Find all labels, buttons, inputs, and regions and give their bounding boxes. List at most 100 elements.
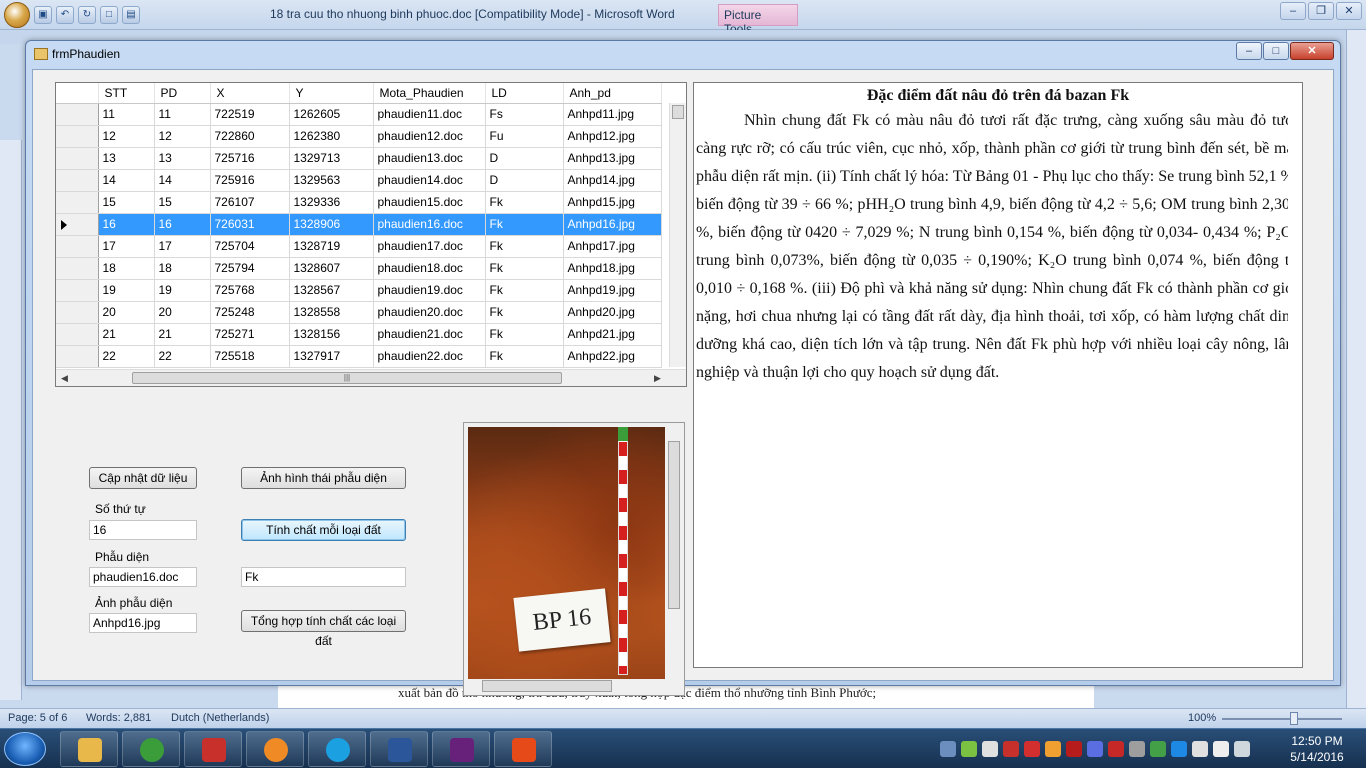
table-cell[interactable]: Fk [485, 191, 564, 214]
column-header[interactable]: Mota_Phaudien [373, 83, 486, 104]
table-cell[interactable]: 725271 [210, 323, 290, 346]
table-cell[interactable]: 725794 [210, 257, 290, 280]
document-scrollbar[interactable] [1346, 30, 1366, 710]
row-header[interactable] [56, 301, 99, 324]
table-cell[interactable]: 1328719 [289, 235, 374, 258]
table-cell[interactable]: phaudien13.doc [373, 147, 486, 170]
row-header[interactable] [56, 345, 99, 368]
column-header[interactable]: Anh_pd [563, 83, 662, 104]
tray-icon[interactable] [1129, 741, 1145, 757]
save-icon[interactable]: ▣ [34, 6, 52, 24]
word-count[interactable]: Words: 2,881 [86, 712, 151, 724]
redo-icon[interactable]: ↻ [78, 6, 96, 24]
picture-vertical-scrollbar[interactable] [667, 427, 682, 679]
table-cell[interactable]: Anhpd11.jpg [563, 103, 662, 126]
row-header[interactable] [56, 125, 99, 148]
taskbar-clock[interactable]: 12:50 PM 5/14/2016 [1284, 733, 1350, 765]
table-cell[interactable]: phaudien18.doc [373, 257, 486, 280]
row-header[interactable] [56, 147, 99, 170]
table-cell[interactable]: phaudien17.doc [373, 235, 486, 258]
table-cell[interactable]: Anhpd20.jpg [563, 301, 662, 324]
table-cell[interactable]: phaudien14.doc [373, 169, 486, 192]
picture-hscroll-thumb[interactable] [482, 680, 612, 692]
update-data-button[interactable]: Cập nhật dữ liệu [89, 467, 197, 489]
tray-icon[interactable] [1087, 741, 1103, 757]
column-header[interactable]: X [210, 83, 290, 104]
table-row[interactable]: 21 21 725271 1328156 phaudien21.doc Fk Anhpd21… [56, 323, 662, 346]
table-cell[interactable]: 17 [98, 235, 155, 258]
form-maximize-icon[interactable]: □ [1263, 42, 1289, 60]
table-cell[interactable]: Fk [485, 279, 564, 302]
table-cell[interactable]: Fk [485, 257, 564, 280]
profile-photo-button[interactable]: Ảnh hình thái phẫu diện [241, 467, 406, 489]
table-cell[interactable]: 1328906 [289, 213, 374, 236]
table-cell[interactable]: 11 [98, 103, 155, 126]
table-cell[interactable]: phaudien11.doc [373, 103, 486, 126]
language-indicator[interactable]: Dutch (Netherlands) [171, 712, 269, 724]
grid-vertical-scrollbar[interactable] [669, 103, 686, 367]
table-cell[interactable]: 20 [98, 301, 155, 324]
tray-icon[interactable] [982, 741, 998, 757]
table-row[interactable]: 14 14 725916 1329563 phaudien14.doc D Anhpd14.… [56, 169, 662, 192]
table-cell[interactable]: D [485, 169, 564, 192]
table-cell[interactable]: Fs [485, 103, 564, 126]
start-button[interactable] [4, 732, 46, 766]
network-icon[interactable] [1234, 741, 1250, 757]
table-cell[interactable]: Anhpd21.jpg [563, 323, 662, 346]
acrobat-icon[interactable] [1066, 741, 1082, 757]
row-header[interactable] [56, 191, 99, 214]
table-cell[interactable]: 1328156 [289, 323, 374, 346]
table-row[interactable]: 11 11 722519 1262605 phaudien11.doc Fs Anhpd11… [56, 103, 662, 126]
table-cell[interactable]: phaudien19.doc [373, 279, 486, 302]
picture-vscroll-thumb[interactable] [668, 441, 680, 609]
grid-vscroll-thumb[interactable] [672, 105, 684, 119]
table-cell[interactable]: 22 [154, 345, 211, 368]
picture-horizontal-scrollbar[interactable] [468, 679, 667, 693]
table-cell[interactable]: 725248 [210, 301, 290, 324]
vivaldi-icon[interactable] [1108, 741, 1124, 757]
table-cell[interactable]: Anhpd13.jpg [563, 147, 662, 170]
table-cell[interactable]: 726107 [210, 191, 290, 214]
table-cell[interactable]: 1328567 [289, 279, 374, 302]
table-cell[interactable]: 1328607 [289, 257, 374, 280]
table-row[interactable]: 17 17 725704 1328719 phaudien17.doc Fk Anhpd17… [56, 235, 662, 258]
row-header[interactable] [56, 169, 99, 192]
bluetooth-icon[interactable] [1171, 741, 1187, 757]
table-cell[interactable]: Fk [485, 213, 564, 236]
table-row[interactable]: 22 22 725518 1327917 phaudien22.doc Fk Anhpd22… [56, 345, 662, 368]
table-cell[interactable]: Anhpd14.jpg [563, 169, 662, 192]
column-header[interactable]: STT [98, 83, 155, 104]
table-cell[interactable]: phaudien22.doc [373, 345, 486, 368]
taskbar-media-player[interactable] [246, 731, 304, 767]
table-cell[interactable]: 14 [98, 169, 155, 192]
table-row[interactable]: 12 12 722860 1262380 phaudien12.doc Fu Anhpd12… [56, 125, 662, 148]
row-header[interactable] [56, 279, 99, 302]
table-cell[interactable]: phaudien12.doc [373, 125, 486, 148]
table-cell[interactable]: 12 [154, 125, 211, 148]
row-header[interactable] [56, 257, 99, 280]
table-cell[interactable]: 19 [154, 279, 211, 302]
column-header[interactable]: PD [154, 83, 211, 104]
zoom-slider-thumb[interactable] [1290, 712, 1298, 725]
table-cell[interactable]: 725704 [210, 235, 290, 258]
stt-field[interactable]: 16 [89, 520, 197, 540]
column-header[interactable]: LD [485, 83, 564, 104]
undo-icon[interactable]: ↶ [56, 6, 74, 24]
column-header[interactable]: Y [289, 83, 374, 104]
table-cell[interactable]: 18 [154, 257, 211, 280]
tray-icon[interactable] [1003, 741, 1019, 757]
table-cell[interactable]: 722519 [210, 103, 290, 126]
grid-horizontal-scrollbar[interactable]: ◀ ||| ▶ [56, 369, 686, 386]
table-cell[interactable]: Anhpd22.jpg [563, 345, 662, 368]
taskbar-app-unikey[interactable] [184, 731, 242, 767]
table-cell[interactable]: Fu [485, 125, 564, 148]
form-minimize-icon[interactable]: – [1236, 42, 1262, 60]
soil-description-text[interactable]: Đặc điểm đất nâu đỏ trên đá bazan Fk Nhì… [693, 82, 1303, 668]
table-cell[interactable]: 21 [154, 323, 211, 346]
table-row[interactable]: 15 15 726107 1329336 phaudien15.doc Fk Anhpd15… [56, 191, 662, 214]
table-cell[interactable]: D [485, 147, 564, 170]
restore-icon[interactable]: ❐ [1308, 2, 1334, 20]
summary-button[interactable]: Tổng hợp tính chất các loại đất [241, 610, 406, 648]
table-cell[interactable]: 11 [154, 103, 211, 126]
taskbar-explorer[interactable] [60, 731, 118, 767]
